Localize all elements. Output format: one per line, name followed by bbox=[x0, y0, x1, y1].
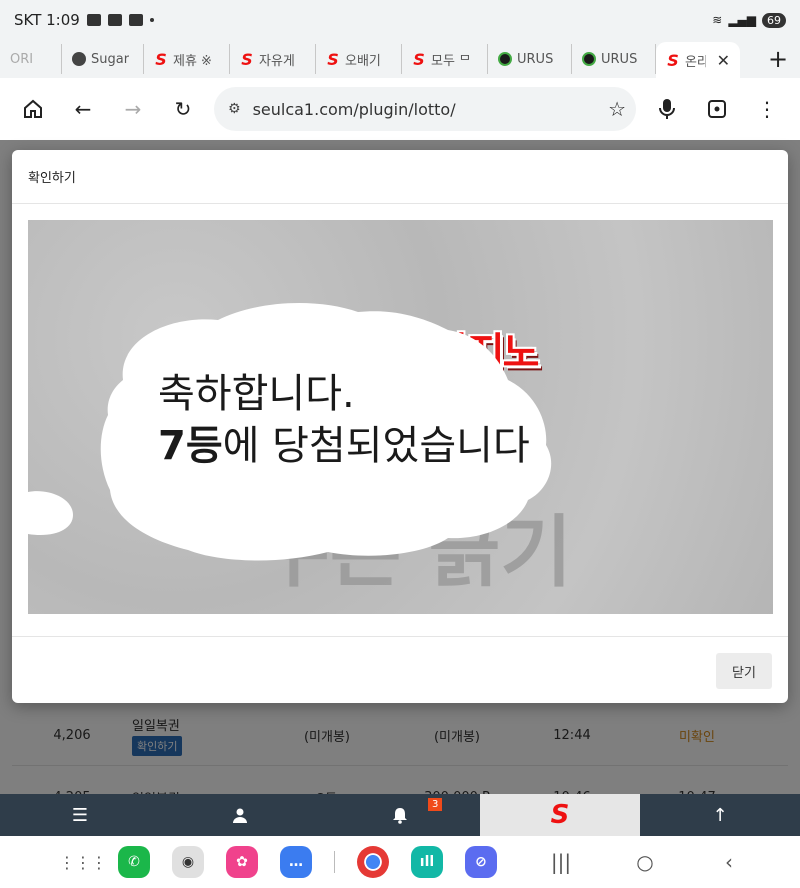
app-drawer-icon[interactable]: ⋮⋮⋮ bbox=[59, 849, 107, 875]
youtube-notification-icon bbox=[86, 14, 101, 26]
user-icon bbox=[233, 808, 247, 823]
arrow-right-icon: → bbox=[124, 97, 142, 121]
notifications-nav-button[interactable]: 3 bbox=[320, 794, 480, 836]
notification-count-badge: 3 bbox=[428, 798, 443, 811]
tab-1[interactable]: Sugar bbox=[62, 44, 144, 74]
close-tab-icon[interactable]: ✕ bbox=[717, 51, 730, 70]
modal-title: 확인하기 bbox=[12, 150, 788, 204]
tab-4[interactable]: S 오배기 bbox=[316, 44, 402, 74]
address-bar[interactable]: ⚙ seulca1.com/plugin/lotto/ ☆ bbox=[214, 87, 636, 131]
modal-footer: 닫기 bbox=[12, 636, 788, 703]
s-logo-icon: S bbox=[550, 800, 570, 830]
s-logo-icon: S bbox=[155, 49, 167, 69]
camera-app-icon[interactable]: ◉ bbox=[172, 846, 204, 878]
url-text[interactable]: seulca1.com/plugin/lotto/ bbox=[253, 100, 609, 119]
tabs-icon bbox=[708, 100, 726, 118]
system-nav-bar: ⋮⋮⋮ ✆ ◉ ✿ … ıll ⊘ ||| ○ ‹ bbox=[0, 836, 800, 888]
bookmark-star-icon[interactable]: ☆ bbox=[608, 97, 626, 121]
new-tab-button[interactable]: + bbox=[756, 44, 800, 74]
home-icon bbox=[24, 99, 42, 118]
recent-app-icon[interactable]: ıll bbox=[411, 846, 443, 878]
back-key[interactable]: ‹ bbox=[687, 850, 771, 874]
tab-6[interactable]: URUS bbox=[488, 44, 572, 74]
globe-icon bbox=[72, 52, 86, 66]
s-logo-icon: S bbox=[241, 49, 253, 69]
signal-icon: ▂▄▆ bbox=[728, 13, 756, 27]
win-message-line2: 에 당첨되었습니다 bbox=[222, 423, 530, 469]
profile-nav-button[interactable] bbox=[160, 794, 320, 836]
close-button[interactable]: 닫기 bbox=[716, 653, 772, 689]
forward-button[interactable]: → bbox=[108, 87, 158, 131]
battery-icon: 69 bbox=[762, 12, 786, 28]
chrome-app-icon[interactable] bbox=[357, 846, 389, 878]
wifi-icon: ≋ bbox=[712, 13, 723, 27]
site-bottom-nav: ☰ 3 S ↑ bbox=[0, 794, 800, 836]
site-logo-button[interactable]: S bbox=[480, 794, 640, 836]
urus-icon bbox=[582, 52, 596, 66]
scroll-top-button[interactable]: ↑ bbox=[640, 794, 800, 836]
voice-search-button[interactable] bbox=[642, 87, 692, 131]
browser-app-icon[interactable]: ⊘ bbox=[465, 846, 497, 878]
tab-switcher-button[interactable] bbox=[692, 87, 742, 131]
arrow-left-icon: ← bbox=[74, 97, 92, 121]
home-button[interactable] bbox=[8, 87, 58, 131]
lotto-result-modal: 확인하기 카지노 쿠폰 긁기 축하합니다. 7등에 당첨되었습니다 닫기 bbox=[12, 150, 788, 703]
gallery-app-icon[interactable]: ✿ bbox=[226, 846, 258, 878]
dock-divider bbox=[334, 851, 335, 873]
messages-app-icon[interactable]: … bbox=[280, 846, 312, 878]
menu-button[interactable]: ⋮ bbox=[742, 87, 792, 131]
s-logo-icon: S bbox=[413, 49, 425, 69]
tab-3[interactable]: S 자유게 bbox=[230, 44, 316, 74]
more-vert-icon: ⋮ bbox=[757, 97, 777, 121]
home-key[interactable]: ○ bbox=[603, 850, 687, 874]
tab-2[interactable]: S 제휴 ※ bbox=[144, 44, 230, 74]
carrier-time: SKT 1:09 bbox=[14, 11, 80, 29]
reload-icon: ↻ bbox=[174, 97, 192, 121]
tab-5[interactable]: S 모두 ᄆ bbox=[402, 44, 488, 74]
browser-toolbar: ← → ↻ ⚙ seulca1.com/plugin/lotto/ ☆ ⋮ bbox=[0, 78, 800, 140]
urus-icon bbox=[498, 52, 512, 66]
screenshot-notification-icon bbox=[107, 14, 122, 26]
s-logo-icon: S bbox=[667, 50, 679, 70]
tab-active[interactable]: S 온라 ✕ bbox=[656, 42, 740, 78]
site-settings-icon[interactable]: ⚙ bbox=[228, 101, 241, 117]
arrow-up-icon: ↑ bbox=[712, 804, 728, 826]
reload-button[interactable]: ↻ bbox=[158, 87, 208, 131]
tab-strip: ORI Sugar S 제휴 ※ S 자유게 S 오배기 S 모두 ᄆ URUS… bbox=[0, 40, 800, 78]
hamburger-icon: ☰ bbox=[71, 804, 89, 826]
phone-app-icon[interactable]: ✆ bbox=[118, 846, 150, 878]
microphone-icon bbox=[659, 99, 675, 119]
status-bar: SKT 1:09 ≋ ▂▄▆ 69 bbox=[0, 0, 800, 40]
more-notifications-icon bbox=[149, 18, 154, 22]
scratch-card[interactable]: 카지노 쿠폰 긁기 축하합니다. 7등에 당첨되었습니다 bbox=[28, 220, 773, 614]
tab-7[interactable]: URUS bbox=[572, 44, 656, 74]
bell-icon bbox=[393, 808, 407, 824]
win-message-line1: 축하합니다. bbox=[158, 371, 355, 417]
win-message: 축하합니다. 7등에 당첨되었습니다 bbox=[158, 368, 558, 472]
s-logo-icon: S bbox=[327, 49, 339, 69]
b-notification-icon bbox=[128, 14, 143, 26]
tab-0[interactable]: ORI bbox=[0, 44, 62, 74]
recents-key[interactable]: ||| bbox=[519, 850, 603, 874]
back-button[interactable]: ← bbox=[58, 87, 108, 131]
menu-nav-button[interactable]: ☰ bbox=[0, 794, 160, 836]
win-rank: 7등 bbox=[158, 423, 223, 469]
